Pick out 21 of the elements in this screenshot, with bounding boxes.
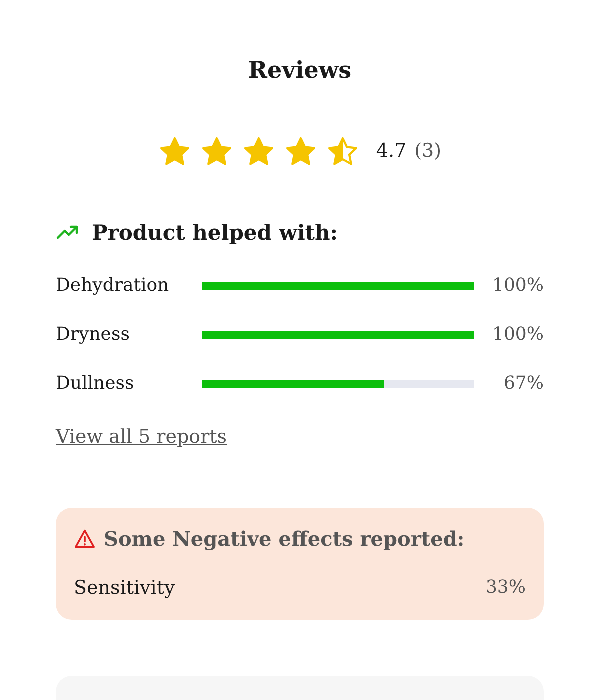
star-icon <box>284 134 318 168</box>
section-title: Reviews <box>248 56 352 86</box>
star-icon <box>200 134 234 168</box>
percent-value: 100% <box>492 323 544 347</box>
view-reports-link[interactable]: View all 5 reports <box>56 423 228 452</box>
percent-value: 100% <box>492 274 544 298</box>
effect-label: Dullness <box>56 372 136 396</box>
percent-value: 33% <box>486 576 526 600</box>
effect-label: Dehydration <box>56 274 170 298</box>
effect-label: Dryness <box>56 323 131 347</box>
star-icon <box>326 134 360 168</box>
effect-label: Sensitivity <box>74 576 176 600</box>
warning-icon <box>74 528 96 548</box>
helped-heading: Product helped with: <box>92 218 338 246</box>
review-count: (3) <box>414 139 442 164</box>
negative-heading: Some Negative effects reported: <box>104 526 465 552</box>
percent-value: 67% <box>502 372 544 396</box>
rating-score: 4.7 <box>376 139 407 164</box>
star-icon <box>242 134 276 168</box>
trending-up-icon <box>56 224 80 240</box>
star-icon <box>158 134 192 168</box>
